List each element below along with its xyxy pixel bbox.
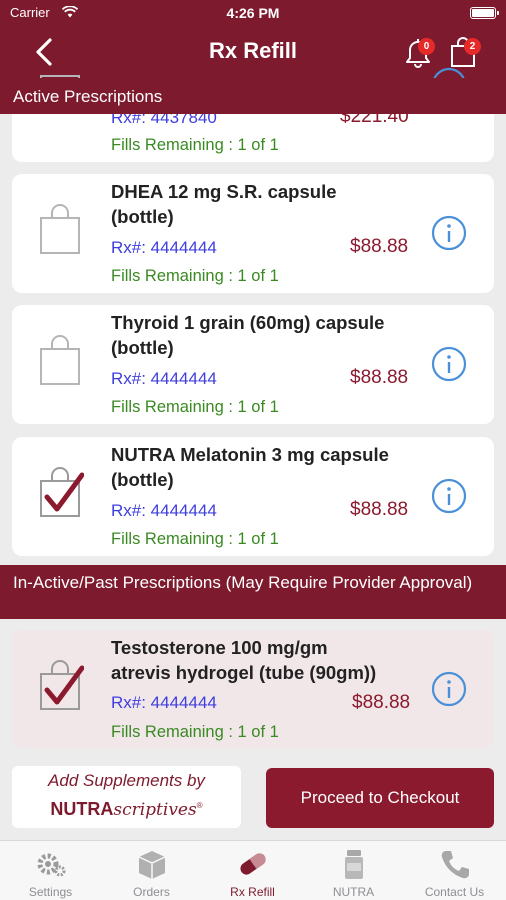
fills-remaining: Fills Remaining : 1 of 1 [111,530,279,548]
cart-badge: 2 [464,38,481,55]
price: $88.88 [350,367,409,388]
info-icon[interactable] [430,670,468,708]
gear-icon [37,853,66,877]
logo-bold: NUTRA [50,799,114,819]
logo-mark: ® [196,801,203,810]
tab-orders[interactable]: Orders [101,841,202,900]
tab-rx-refill[interactable]: Rx Refill [202,841,303,900]
add-supplements-label: Add Supplements by [48,771,205,790]
tab-label: Contact Us [424,885,485,899]
nutrascriptives-logo: NUTRAscriptives® [12,799,241,820]
medication-name-line2: (bottle) [111,206,174,227]
info-icon[interactable] [430,345,468,383]
battery-icon [470,7,499,19]
tab-label: Settings [28,885,73,899]
price: $88.88 [352,692,411,713]
add-supplements-button[interactable]: Add Supplements by NUTRAscriptives® [12,766,241,828]
prescription-card[interactable]: Thyroid 1 grain (60mg) capsule (bottle) … [12,305,494,424]
rx-number: Rx#: 4444444 [111,369,217,388]
clock: 4:26 PM [226,5,280,21]
logo-italic: scriptives [113,800,197,820]
status-bar: Carrier 4:26 PM [0,0,506,26]
fills-remaining: Fills Remaining : 1 of 1 [111,267,279,285]
tab-label: NUTRA [332,885,375,899]
price: $88.88 [350,236,409,257]
fills-remaining: Fills Remaining : 1 of 1 [111,723,279,741]
tab-contact-us[interactable]: Contact Us [404,841,505,900]
fills-remaining: Fills Remaining : 1 of 1 [111,398,279,416]
rx-number: Rx#: 4444444 [111,501,217,520]
info-icon[interactable] [430,214,468,252]
prescription-card[interactable]: NUTRA Melatonin 3 mg capsule (bottle) Rx… [12,437,494,556]
medication-name: DHEA 12 mg S.R. capsule [111,181,337,202]
fills-remaining: Fills Remaining : 1 of 1 [111,136,279,154]
medication-name-line2: atrevis hydrogel (tube (90gm)) [111,662,377,683]
bottle-icon [345,850,363,879]
box-icon [138,851,166,879]
capsule-icon [240,853,266,875]
medication-name: Testosterone 100 mg/gm [111,637,328,658]
prescription-card[interactable]: DHEA 12 mg S.R. capsule (bottle) Rx#: 44… [12,174,494,293]
cart-button[interactable]: 2 [446,34,484,70]
tab-nutra[interactable]: NUTRA [303,841,404,900]
info-icon[interactable] [430,477,468,515]
active-prescriptions-header-overlay: Active Prescriptions [0,78,506,114]
rx-number: Rx#: 4444444 [111,238,217,257]
price: $88.88 [350,499,409,520]
checked-bag-icon[interactable] [38,467,84,519]
notifications-button[interactable]: 0 [400,34,436,70]
medication-name: NUTRA Melatonin 3 mg capsule [111,444,389,465]
tab-settings[interactable]: Settings [0,841,101,900]
tab-label: Rx Refill [230,885,275,899]
past-prescription-card[interactable]: Testosterone 100 mg/gm atrevis hydrogel … [12,630,494,748]
unchecked-bag-icon[interactable] [38,335,84,387]
rx-number: Rx#: 4444444 [111,693,217,712]
tab-label: Orders [133,885,170,899]
medication-name-line2: (bottle) [111,469,174,490]
unchecked-bag-icon[interactable] [38,204,84,256]
past-prescriptions-header: In-Active/Past Prescriptions (May Requir… [0,565,506,619]
phone-icon [441,851,469,879]
medication-name: Thyroid 1 grain (60mg) capsule [111,312,385,333]
tab-bar: Settings Orders Rx Refill NUTRA Contact … [0,840,506,900]
medication-name-line2: (bottle) [111,337,174,358]
checked-bag-icon[interactable] [38,660,84,712]
notifications-badge: 0 [418,38,435,55]
proceed-to-checkout-button[interactable]: Proceed to Checkout [266,768,494,828]
